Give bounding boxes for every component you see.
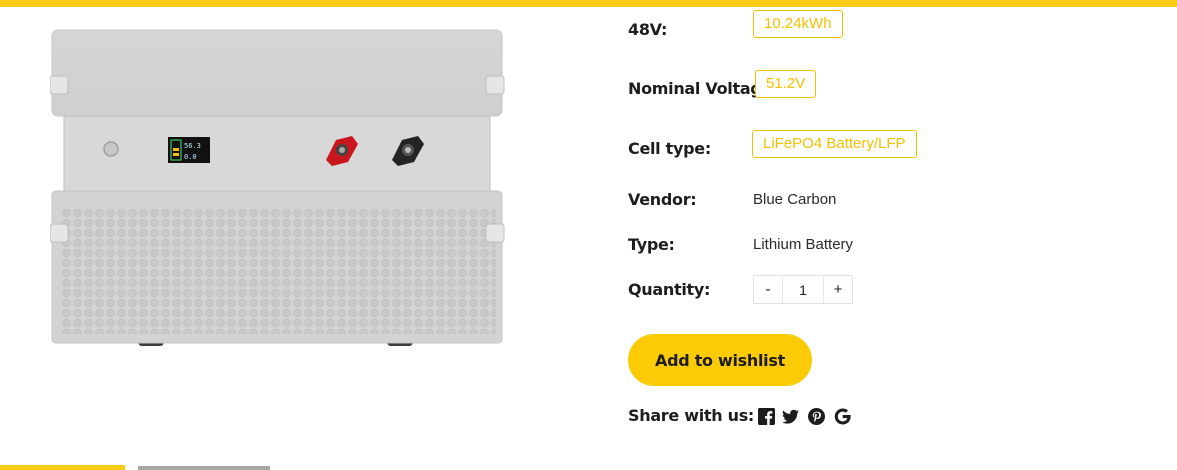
google-icon[interactable] [834,408,851,425]
quantity-input[interactable] [782,276,824,303]
type-value: Lithium Battery [753,236,854,253]
twitter-icon[interactable] [782,408,799,425]
vendor-label: Vendor: [628,190,697,209]
option-chip-10-24kwh[interactable]: 10.24kWh [753,10,843,38]
thumbnail-inactive[interactable] [138,466,270,470]
display-current-text: 0.0 [184,153,197,161]
quantity-increase-button[interactable]: + [824,276,852,303]
thumbnail-active[interactable] [0,465,125,470]
option-chip-lifepo4[interactable]: LiFePO4 Battery/LFP [752,130,917,158]
add-to-wishlist-button[interactable]: Add to wishlist [628,334,812,386]
display-voltage-text: 56.3 [184,142,201,150]
share-label: Share with us: [628,406,755,425]
option-label-48v: 48V: [628,20,668,39]
vendor-value[interactable]: Blue Carbon [753,191,836,208]
option-chip-51-2v[interactable]: 51.2V [755,70,817,98]
type-label: Type: [628,235,675,254]
option-label-cell-type: Cell type: [628,139,711,158]
quantity-stepper: - + [753,275,853,304]
quantity-label: Quantity: [628,280,711,299]
power-button-icon [103,141,119,157]
facebook-icon[interactable] [758,408,775,425]
product-image[interactable]: 56.3 0.0 [50,28,506,350]
top-accent-bar [0,0,1177,7]
quantity-decrease-button[interactable]: - [754,276,782,303]
pinterest-icon[interactable] [808,408,825,425]
